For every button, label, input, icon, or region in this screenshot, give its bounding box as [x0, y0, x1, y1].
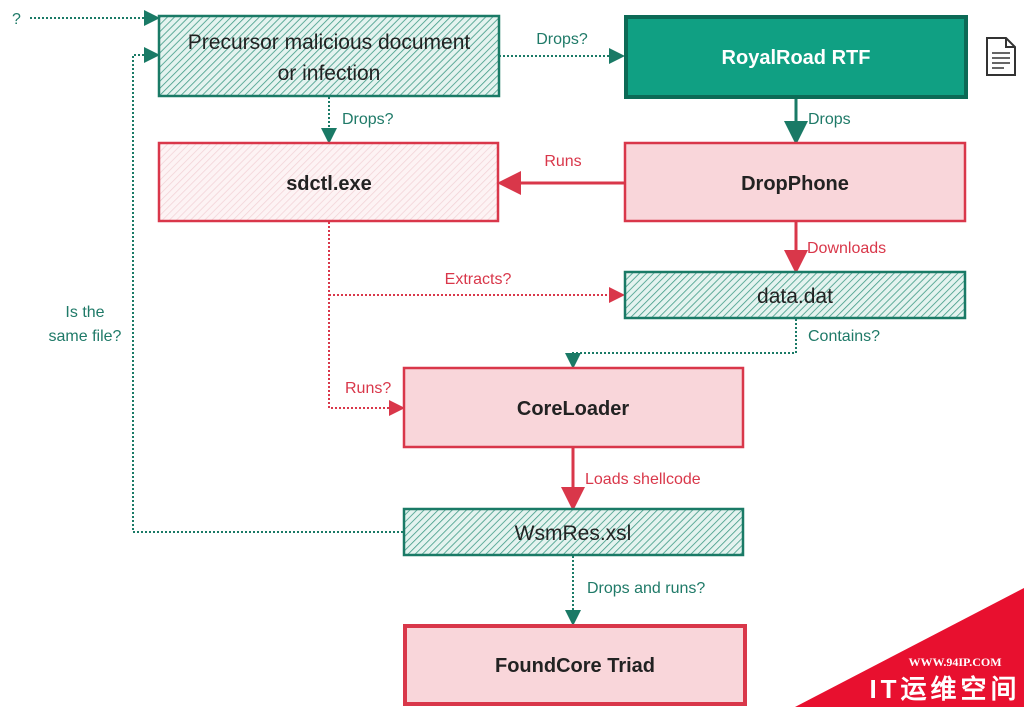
edge-datadat-to-coreloader: [565, 319, 797, 369]
node-coreloader-label: CoreLoader: [517, 398, 629, 420]
label-sdctl-datadat: Extracts?: [445, 271, 512, 288]
document-icon: [986, 37, 1016, 76]
node-precursor-line1: Precursor malicious document: [188, 31, 471, 54]
node-sdctl-label: sdctl.exe: [286, 173, 372, 195]
watermark-name: IT运维空间: [869, 674, 1020, 704]
label-unknown: ?: [12, 11, 21, 28]
label-royalroad-dropphone: Drops: [808, 111, 851, 128]
node-sdctl: sdctl.exe: [157, 141, 500, 223]
label-wsmres-foundcore: Drops and runs?: [587, 580, 705, 597]
node-wsmres-label: WsmRes.xsl: [515, 522, 632, 545]
node-datadat: data.dat: [623, 270, 967, 320]
node-coreloader: CoreLoader: [402, 366, 745, 449]
node-dropphone-label: DropPhone: [741, 173, 849, 195]
label-precursor-royalroad: Drops?: [536, 31, 588, 48]
node-datadat-label: data.dat: [757, 285, 833, 308]
label-same-file-1: Is the: [65, 304, 104, 321]
label-dropphone-datadat: Downloads: [807, 240, 886, 257]
label-coreloader-wsmres: Loads shellcode: [585, 471, 701, 488]
node-royalroad: RoyalRoad RTF: [624, 15, 968, 99]
label-precursor-sdctl: Drops?: [342, 111, 394, 128]
node-dropphone: DropPhone: [623, 141, 967, 223]
label-dropphone-sdctl: Runs: [544, 153, 581, 170]
label-same-file-2: same file?: [49, 328, 122, 345]
node-precursor: Precursor malicious document or infectio…: [157, 14, 501, 98]
node-royalroad-label: RoyalRoad RTF: [722, 47, 871, 69]
node-foundcore: FoundCore Triad: [403, 624, 747, 706]
label-sdctl-coreloader: Runs?: [345, 380, 391, 397]
watermark: WWW.94IP.COM IT运维空间: [795, 588, 1024, 707]
node-wsmres: WsmRes.xsl: [402, 507, 745, 557]
watermark-url: WWW.94IP.COM: [908, 655, 1001, 669]
node-foundcore-label: FoundCore Triad: [495, 655, 655, 677]
node-precursor-line2: or infection: [278, 62, 381, 85]
diagram: ? Is the same file? Drops? Drops? Drops …: [12, 10, 1024, 707]
label-datadat-coreloader: Contains?: [808, 328, 880, 345]
